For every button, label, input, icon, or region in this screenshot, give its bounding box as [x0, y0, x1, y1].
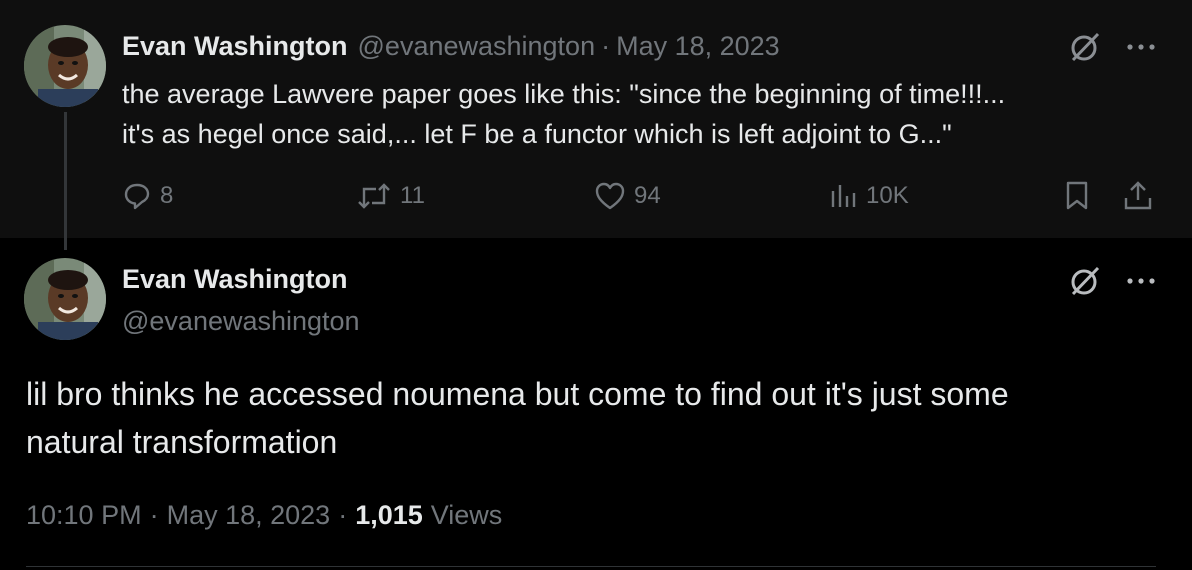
divider: [26, 566, 1156, 567]
tweet-text-line: lil bro thinks he accessed noumena but c…: [26, 376, 1009, 412]
bookmark-button[interactable]: [1062, 174, 1092, 218]
avatar[interactable]: [24, 258, 106, 340]
view-count[interactable]: 1,015: [355, 500, 423, 531]
display-name[interactable]: Evan Washington: [122, 31, 348, 62]
like-icon: [594, 181, 626, 211]
main-top-icons: [1068, 264, 1156, 298]
action-bar: 8 11 94 10K: [122, 174, 1162, 218]
reply-button[interactable]: 8: [122, 174, 173, 218]
parent-top-icons: [1068, 30, 1156, 64]
handle[interactable]: @evanewashington: [358, 31, 596, 62]
separator: ·: [149, 500, 159, 530]
tweet-time[interactable]: 10:10 PM: [26, 500, 142, 531]
views-count: 10K: [866, 182, 909, 209]
share-icon: [1122, 180, 1154, 212]
views-icon: [828, 181, 858, 211]
avatar[interactable]: [24, 25, 106, 107]
tweet-date[interactable]: May 18, 2023: [616, 31, 780, 62]
parent-tweet[interactable]: Evan Washington @evanewashington · May 1…: [0, 0, 1192, 238]
like-button[interactable]: 94: [594, 174, 661, 218]
views-button[interactable]: 10K: [828, 174, 909, 218]
tweet-thread-page: Evan Washington @evanewashington · May 1…: [0, 0, 1192, 570]
parent-tweet-header: Evan Washington @evanewashington · May 1…: [122, 31, 780, 65]
tweet-text-line: the average Lawvere paper goes like this…: [122, 79, 1006, 109]
retweet-button[interactable]: 11: [356, 174, 425, 218]
more-icon[interactable]: [1126, 42, 1156, 52]
more-icon[interactable]: [1126, 276, 1156, 286]
grok-icon[interactable]: [1068, 264, 1102, 298]
share-button[interactable]: [1122, 174, 1154, 218]
display-name[interactable]: Evan Washington: [122, 264, 348, 295]
thread-connector-line: [64, 112, 67, 250]
retweet-icon: [356, 181, 392, 211]
like-count: 94: [634, 182, 661, 209]
parent-tweet-text: the average Lawvere paper goes like this…: [122, 74, 1162, 154]
tweet-date[interactable]: May 18, 2023: [167, 500, 331, 531]
grok-icon[interactable]: [1068, 30, 1102, 64]
retweet-count: 11: [400, 182, 425, 209]
reply-count: 8: [160, 182, 174, 209]
tweet-text-line: it's as hegel once said,... let F be a f…: [122, 119, 952, 149]
separator: ·: [601, 31, 611, 61]
views-label: Views: [430, 500, 503, 530]
handle[interactable]: @evanewashington: [122, 306, 360, 337]
tweet-meta: 10:10 PM · May 18, 2023 · 1,015 Views: [26, 500, 502, 531]
bookmark-icon: [1062, 180, 1092, 212]
main-tweet-text: lil bro thinks he accessed noumena but c…: [26, 370, 1156, 466]
tweet-text-line: natural transformation: [26, 424, 338, 460]
reply-icon: [122, 181, 152, 211]
separator: ·: [338, 500, 348, 530]
